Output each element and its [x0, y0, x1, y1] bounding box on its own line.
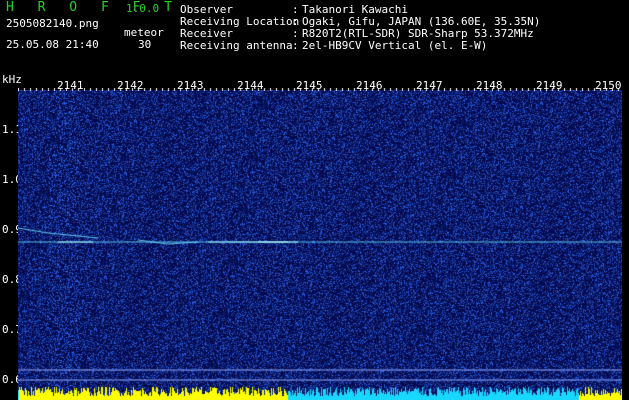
- antenna-separator: :: [292, 39, 299, 52]
- app-version: 1.0.0: [126, 2, 160, 15]
- hrofft-window: H R O F F T 1.0.0 2505082140.png 25.05.0…: [0, 0, 629, 400]
- x-axis-ticks: [18, 88, 622, 91]
- file-name: 2505082140.png: [6, 17, 99, 30]
- capture-datetime: 25.05.08 21:40: [6, 38, 99, 51]
- spectrogram-canvas: [18, 90, 622, 400]
- antenna-value: 2el-HB9CV Vertical (el. E-W): [302, 39, 488, 52]
- y-axis-unit: kHz: [2, 73, 22, 86]
- meteor-count-value: 30: [138, 38, 152, 51]
- antenna-label: Receiving antenna: [180, 39, 293, 52]
